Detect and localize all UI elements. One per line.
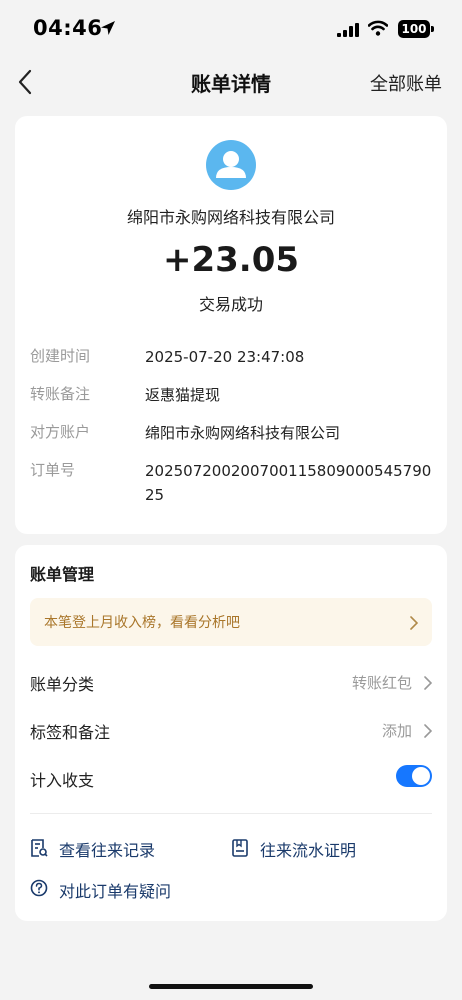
link-label: 对此订单有疑问 [59,882,172,901]
home-indicator[interactable] [149,984,313,989]
location-arrow-icon [99,19,117,41]
menu-value: 添加 [381,722,412,740]
history-record-icon [30,838,48,862]
detail-label: 对方账户 [30,423,91,441]
battery-indicator: 100 [398,20,430,38]
section-title: 账单管理 [30,565,95,584]
include-in-income-row: 计入收支 [30,765,432,793]
link-label: 查看往来记录 [59,841,156,860]
toggle-knob [412,767,430,785]
status-bar: 04:46 100 [0,0,462,56]
bill-summary-card: 绵阳市永购网络科技有限公司 +23.05 交易成功 创建时间 2025-07-2… [15,116,447,534]
document-proof-icon [231,838,249,862]
detail-value: 绵阳市永购网络科技有限公司 [145,424,341,442]
battery-tip [431,26,434,32]
question-circle-icon [30,879,48,901]
menu-value: 转账红包 [351,674,412,692]
tags-notes-row[interactable]: 标签和备注 添加 [30,717,433,745]
detail-label: 订单号 [30,461,76,479]
detail-label: 创建时间 [30,347,91,365]
wifi-icon [367,20,389,40]
link-label: 往来流水证明 [260,841,357,860]
all-bills-link[interactable]: 全部账单 [370,70,442,96]
cellular-signal-icon [337,22,359,41]
income-ranking-banner[interactable]: 本笔登上月收入榜，看看分析吧 [30,598,432,646]
user-icon [216,151,246,178]
detail-value: 返惠猫提现 [145,386,221,404]
include-toggle[interactable] [396,765,432,787]
transaction-amount: +23.05 [162,240,300,280]
detail-value: 2025-07-20 23:47:08 [145,348,305,366]
menu-label: 计入收支 [30,771,95,790]
order-question-link[interactable]: 对此订单有疑问 [30,877,230,901]
bill-management-card: 账单管理 本笔登上月收入榜，看看分析吧 账单分类 转账红包 标签和备注 添加 计… [15,545,447,921]
transaction-proof-link[interactable]: 往来流水证明 [231,836,411,860]
chevron-right-icon [424,675,433,694]
transaction-status: 交易成功 [198,295,263,314]
order-number-value[interactable]: 2025072002007001158090005457902​5 [145,459,435,507]
divider [30,813,432,814]
menu-label: 账单分类 [30,675,95,694]
banner-text: 本笔登上月收入榜，看看分析吧 [44,615,240,631]
chevron-right-icon [424,723,433,742]
menu-label: 标签和备注 [30,723,111,742]
status-time: 04:46 [33,16,103,40]
view-history-link[interactable]: 查看往来记录 [30,836,210,860]
detail-label: 转账备注 [30,385,91,403]
merchant-name: 绵阳市永购网络科技有限公司 [126,208,335,227]
chevron-right-icon [410,615,419,634]
merchant-avatar [206,140,256,190]
bill-category-row[interactable]: 账单分类 转账红包 [30,669,433,697]
